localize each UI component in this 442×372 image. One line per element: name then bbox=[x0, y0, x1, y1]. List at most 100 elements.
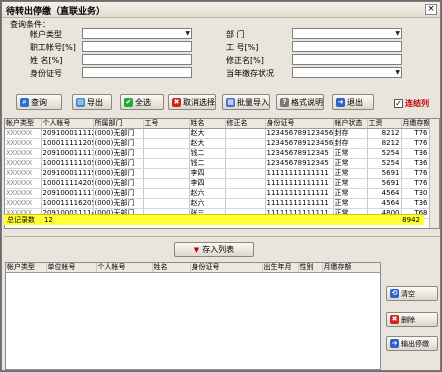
corrected-name-input[interactable] bbox=[292, 54, 402, 65]
corrected-name-label: 修正名[%] bbox=[226, 56, 264, 65]
table-cell bbox=[225, 138, 266, 149]
table-cell: (000)无部门 bbox=[93, 158, 144, 169]
id-no-label: 身份证号 bbox=[30, 69, 62, 78]
query-button[interactable]: ⌕ 查询 bbox=[16, 94, 62, 110]
table-row[interactable]: XXXXXX 209100011112 (000)无部门 赵大 123456789123… bbox=[5, 128, 430, 139]
result-vertical-scrollbar[interactable] bbox=[429, 119, 439, 228]
column-header[interactable]: 工资 bbox=[367, 119, 402, 129]
column-header[interactable]: 修正名 bbox=[225, 119, 266, 129]
column-header[interactable]: 帐户状态 bbox=[333, 119, 368, 129]
select-all-label: 全选 bbox=[135, 97, 151, 107]
result-grid[interactable]: 帐户类型 个人帐号 所属部门 工号 姓名 修正名 身份证号 帐户状态 工资 月缴… bbox=[4, 118, 440, 229]
table-cell: 正常 bbox=[333, 168, 368, 179]
table-cell bbox=[143, 138, 190, 149]
format-help-button[interactable]: ? 格式说明 bbox=[276, 94, 324, 110]
column-header[interactable]: 姓名 bbox=[152, 263, 191, 273]
table-cell: T76 bbox=[401, 168, 430, 179]
column-header[interactable]: 个人帐号 bbox=[41, 119, 94, 129]
table-cell: 8212 bbox=[367, 128, 402, 139]
clear-button[interactable]: ⟲ 清空 bbox=[386, 286, 438, 301]
import-icon: ▦ bbox=[226, 97, 235, 107]
table-row[interactable]: XXXXXX 209100011115 (000)无部门 李四 111111111111… bbox=[5, 168, 430, 179]
cancel-select-button[interactable]: ✖ 取消选择 bbox=[168, 94, 216, 110]
table-cell: 钱二 bbox=[189, 158, 226, 169]
summary-bar: 总记录数 12 8942 bbox=[4, 214, 424, 225]
summary-label: 总记录数 bbox=[7, 216, 35, 224]
column-header[interactable]: 出生年月 bbox=[262, 263, 299, 273]
pending-list-grid[interactable]: 帐户类型 单位帐号 个人帐号 姓名 身份证号 出生年月 性别 月缴存额 bbox=[5, 262, 381, 370]
column-header[interactable]: 月缴存额 bbox=[401, 119, 430, 129]
name-input[interactable] bbox=[82, 54, 192, 65]
id-no-input[interactable] bbox=[82, 67, 192, 78]
staff-no-input[interactable] bbox=[82, 41, 192, 52]
column-header[interactable]: 所属部门 bbox=[93, 119, 144, 129]
column-header[interactable]: 工号 bbox=[143, 119, 190, 129]
summary-count: 12 bbox=[44, 216, 53, 224]
table-cell: 209100011112 bbox=[41, 128, 94, 139]
pending-list-header-row: 帐户类型 单位帐号 个人帐号 姓名 身份证号 出生年月 性别 月缴存额 bbox=[6, 263, 380, 273]
column-header[interactable]: 单位帐号 bbox=[46, 263, 97, 273]
name-label: 姓 名[%] bbox=[30, 56, 63, 65]
current-status-select[interactable] bbox=[292, 67, 402, 78]
output-icon: ➜ bbox=[390, 339, 399, 348]
close-button[interactable]: × bbox=[425, 4, 437, 15]
table-row[interactable]: XXXXXX 100011111205 (000)无部门 赵大 123456789123… bbox=[5, 138, 430, 149]
table-row[interactable]: XXXXXX 209100011117 (000)无部门 赵六 111111111111… bbox=[5, 188, 430, 199]
table-cell: 12345678912345 bbox=[265, 148, 334, 159]
table-cell: 12345678912345 bbox=[265, 158, 334, 169]
table-cell bbox=[143, 148, 190, 159]
query-label: 查询 bbox=[31, 97, 47, 107]
batch-import-button[interactable]: ▦ 批量导入 bbox=[222, 94, 270, 110]
table-cell: 正常 bbox=[333, 148, 368, 159]
column-header[interactable]: 帐户类型 bbox=[5, 119, 42, 129]
table-cell: 11111111111111 bbox=[265, 198, 334, 209]
checkmark-icon: ✔ bbox=[124, 97, 133, 107]
table-cell: 5691 bbox=[367, 178, 402, 189]
table-cell: XXXXXX bbox=[5, 148, 42, 159]
delete-button[interactable]: ✖ 删除 bbox=[386, 312, 438, 327]
batch-import-label: 批量导入 bbox=[237, 97, 269, 107]
cancel-icon: ✖ bbox=[172, 97, 181, 107]
table-cell: XXXXXX bbox=[5, 128, 42, 139]
table-cell: T76 bbox=[401, 138, 430, 149]
current-status-label: 当年缴存状况 bbox=[226, 69, 274, 78]
column-header[interactable]: 性别 bbox=[298, 263, 323, 273]
output-stop-button[interactable]: ➜ 输出停缴 bbox=[386, 336, 438, 351]
summary-total: 8942 bbox=[402, 216, 420, 224]
pending-list-table: 帐户类型 单位帐号 个人帐号 姓名 身份证号 出生年月 性别 月缴存额 bbox=[6, 263, 380, 273]
column-header[interactable]: 帐户类型 bbox=[6, 263, 47, 273]
help-icon: ? bbox=[280, 97, 289, 107]
table-cell: 正常 bbox=[333, 158, 368, 169]
column-header[interactable]: 姓名 bbox=[189, 119, 226, 129]
table-cell: 赵大 bbox=[189, 128, 226, 139]
work-no-input[interactable] bbox=[292, 41, 402, 52]
merge-columns-checkbox[interactable]: ✓ bbox=[394, 99, 403, 108]
table-cell bbox=[225, 178, 266, 189]
table-row[interactable]: XXXXXX 100011114205 (000)无部门 李四 111111111111… bbox=[5, 178, 430, 189]
exit-button[interactable]: ➜ 退出 bbox=[332, 94, 374, 110]
table-cell: 100011114205 bbox=[41, 178, 94, 189]
column-header[interactable]: 月缴存额 bbox=[322, 263, 380, 273]
format-help-label: 格式说明 bbox=[291, 97, 323, 107]
export-button[interactable]: ▤ 导出 bbox=[72, 94, 112, 110]
table-cell bbox=[225, 148, 266, 159]
select-all-button[interactable]: ✔ 全选 bbox=[120, 94, 164, 110]
save-to-list-button[interactable]: ▼ 存入列表 bbox=[174, 242, 254, 257]
table-cell: T36 bbox=[401, 198, 430, 209]
table-cell: T30 bbox=[401, 188, 430, 199]
column-header[interactable]: 个人帐号 bbox=[96, 263, 153, 273]
column-header[interactable]: 身份证号 bbox=[265, 119, 334, 129]
table-cell bbox=[143, 188, 190, 199]
merge-columns-option[interactable]: ✓ 连结列 bbox=[394, 98, 429, 109]
table-cell: T36 bbox=[401, 148, 430, 159]
window-title: 待转出停缴（直联业务） bbox=[6, 7, 106, 17]
column-header[interactable]: 身份证号 bbox=[190, 263, 263, 273]
table-cell: 李四 bbox=[189, 178, 226, 189]
table-cell: 正常 bbox=[333, 198, 368, 209]
account-type-select[interactable] bbox=[82, 28, 192, 39]
department-select[interactable] bbox=[292, 28, 402, 39]
table-cell: XXXXXX bbox=[5, 168, 42, 179]
table-row[interactable]: XXXXXX 100011111105 (000)无部门 钱二 123456789123… bbox=[5, 158, 430, 169]
table-row[interactable]: XXXXXX 100011116205 (000)无部门 赵六 111111111111… bbox=[5, 198, 430, 209]
table-row[interactable]: XXXXXX 209100011111 (000)无部门 钱二 123456789123… bbox=[5, 148, 430, 159]
